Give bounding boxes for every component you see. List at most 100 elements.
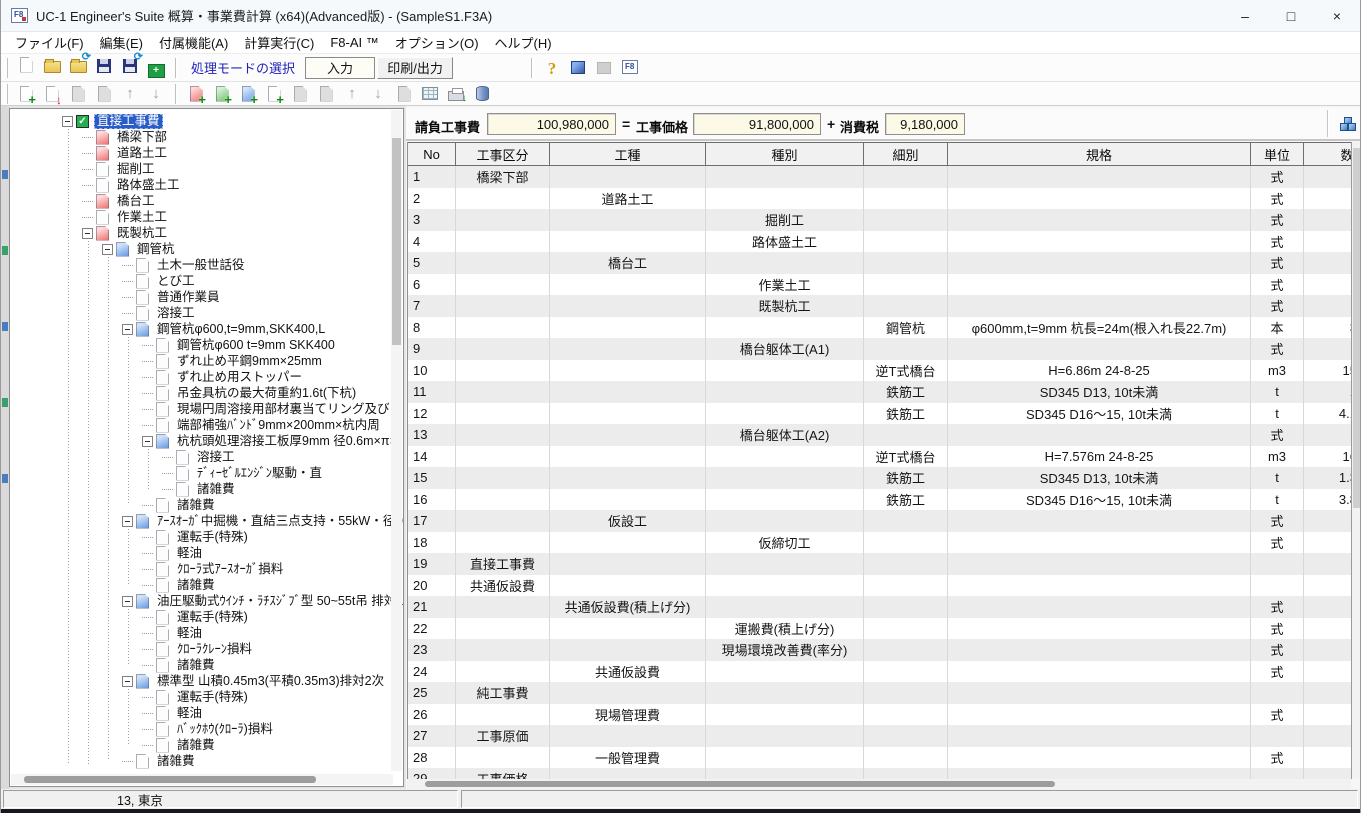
cell[interactable] bbox=[456, 618, 550, 640]
cell[interactable]: 3 bbox=[1304, 317, 1351, 339]
tree-item-label[interactable]: ずれ止め平鋼9mm×25mm bbox=[174, 354, 325, 369]
cell[interactable] bbox=[1304, 295, 1351, 317]
database-icon[interactable] bbox=[470, 82, 494, 105]
cell[interactable] bbox=[550, 725, 706, 747]
print-mode-button[interactable]: 印刷/出力 bbox=[377, 57, 453, 79]
document-disabled-icon[interactable] bbox=[288, 82, 312, 105]
cell[interactable]: 橋台躯体工(A1) bbox=[706, 338, 864, 360]
cell[interactable]: 16 bbox=[1304, 446, 1351, 468]
cell[interactable]: 13 bbox=[408, 424, 456, 446]
row-up-icon[interactable]: ↑ bbox=[340, 82, 364, 105]
cell[interactable]: 直接工事費 bbox=[456, 553, 550, 575]
move-up-icon[interactable]: ↑ bbox=[118, 82, 142, 105]
cell[interactable] bbox=[948, 532, 1251, 554]
cell[interactable] bbox=[948, 768, 1251, 779]
cell[interactable] bbox=[706, 682, 864, 704]
cell[interactable]: 21 bbox=[408, 596, 456, 618]
cell[interactable] bbox=[1304, 553, 1351, 575]
tree-item-label[interactable]: 軽油 bbox=[174, 706, 205, 721]
tree-item[interactable]: 作業土工 bbox=[10, 209, 403, 225]
tree-item[interactable]: 道路土工 bbox=[10, 145, 403, 161]
tree-item-label[interactable]: 諸雑費 bbox=[174, 578, 218, 593]
print-list-icon[interactable] bbox=[444, 82, 468, 105]
table-row[interactable]: 16鉄筋工SD345 D16〜15, 10t未満t3.8 bbox=[408, 489, 1351, 511]
cell[interactable] bbox=[1304, 725, 1351, 747]
cell[interactable] bbox=[1251, 725, 1304, 747]
table-row[interactable]: 22運搬費(積上げ分)式 bbox=[408, 618, 1351, 640]
column-header-2[interactable]: 工種 bbox=[550, 143, 706, 165]
cell[interactable]: 作業土工 bbox=[706, 274, 864, 296]
cell[interactable]: 1.3 bbox=[1304, 467, 1351, 489]
tree-item-label[interactable]: 普通作業員 bbox=[154, 290, 223, 305]
cell[interactable] bbox=[706, 446, 864, 468]
cell[interactable] bbox=[1304, 424, 1351, 446]
tree-item[interactable]: 諸雑費 bbox=[10, 657, 403, 673]
cell[interactable] bbox=[550, 446, 706, 468]
cell[interactable] bbox=[948, 252, 1251, 274]
cell[interactable] bbox=[948, 209, 1251, 231]
table-row[interactable]: 8鋼管杭φ600mm,t=9mm 杭長=24m(根入れ長22.7m)本3 bbox=[408, 317, 1351, 339]
cell[interactable] bbox=[456, 403, 550, 425]
tree-item[interactable]: 諸雑費 bbox=[10, 481, 403, 497]
cell[interactable] bbox=[456, 596, 550, 618]
tree-item[interactable]: 諸雑費 bbox=[10, 497, 403, 513]
cell[interactable] bbox=[706, 596, 864, 618]
f8-app-icon[interactable] bbox=[618, 55, 642, 78]
expand-collapse-box[interactable] bbox=[62, 116, 73, 127]
tree-item-label[interactable]: 土木一般世話役 bbox=[154, 258, 248, 273]
table-row[interactable]: 21共通仮設費(積上げ分)式 bbox=[408, 596, 1351, 618]
cell[interactable] bbox=[1304, 532, 1351, 554]
table-row[interactable]: 20共通仮設費 bbox=[408, 575, 1351, 597]
cell[interactable]: 9 bbox=[408, 338, 456, 360]
cell[interactable] bbox=[864, 596, 948, 618]
cell[interactable]: 6 bbox=[408, 274, 456, 296]
tree-item[interactable]: ずれ止め用ストッパー bbox=[10, 369, 403, 385]
table-row[interactable]: 19直接工事費 bbox=[408, 553, 1351, 575]
column-header-4[interactable]: 細別 bbox=[864, 143, 948, 165]
cell[interactable] bbox=[456, 338, 550, 360]
table-row[interactable]: 2道路土工式 bbox=[408, 188, 1351, 210]
cell[interactable] bbox=[1251, 768, 1304, 779]
cell[interactable]: t bbox=[1251, 467, 1304, 489]
cell[interactable] bbox=[456, 467, 550, 489]
tree-item-label[interactable]: 橋台工 bbox=[114, 194, 158, 209]
cell[interactable] bbox=[1251, 575, 1304, 597]
open-file-icon[interactable] bbox=[40, 54, 64, 77]
cell[interactable] bbox=[706, 553, 864, 575]
cell[interactable] bbox=[948, 747, 1251, 769]
expand-collapse-box[interactable] bbox=[122, 324, 133, 335]
table-row[interactable]: 10逆T式橋台H=6.86m 24-8-25m315 bbox=[408, 360, 1351, 382]
cell[interactable] bbox=[1304, 596, 1351, 618]
cell[interactable]: 20 bbox=[408, 575, 456, 597]
cell[interactable] bbox=[456, 424, 550, 446]
cell[interactable]: 式 bbox=[1251, 747, 1304, 769]
cell[interactable]: 共通仮設費(積上げ分) bbox=[550, 596, 706, 618]
help-icon[interactable]: ? bbox=[540, 57, 564, 80]
column-header-5[interactable]: 規格 bbox=[948, 143, 1251, 165]
cell[interactable] bbox=[550, 338, 706, 360]
cell[interactable] bbox=[706, 403, 864, 425]
table-row[interactable]: 3掘削工式 bbox=[408, 209, 1351, 231]
tree-item-label[interactable]: 直接工事費 bbox=[94, 114, 163, 129]
tree-item[interactable]: 既製杭工 bbox=[10, 225, 403, 241]
tree-item[interactable]: 橋台工 bbox=[10, 193, 403, 209]
cell[interactable] bbox=[550, 553, 706, 575]
table-row[interactable]: 11鉄筋工SD345 D13, 10t未満t1 bbox=[408, 381, 1351, 403]
cell[interactable]: 式 bbox=[1251, 188, 1304, 210]
table-row[interactable]: 14逆T式橋台H=7.576m 24-8-25m316 bbox=[408, 446, 1351, 468]
cell[interactable]: 式 bbox=[1251, 704, 1304, 726]
table-row[interactable]: 17仮設工式 bbox=[408, 510, 1351, 532]
tree-item-label[interactable]: 作業土工 bbox=[114, 210, 170, 225]
open-sync-icon[interactable]: ⟳ bbox=[66, 54, 90, 77]
cell[interactable] bbox=[550, 209, 706, 231]
blocks-tool-button[interactable] bbox=[1335, 112, 1360, 136]
cell[interactable]: SD345 D16〜15, 10t未満 bbox=[948, 403, 1251, 425]
tree-item-label[interactable]: 諸雑費 bbox=[154, 754, 198, 769]
cell[interactable]: 式 bbox=[1251, 209, 1304, 231]
cell[interactable] bbox=[706, 489, 864, 511]
cell[interactable] bbox=[706, 768, 864, 779]
cell[interactable] bbox=[948, 704, 1251, 726]
tree-item-label[interactable]: 鋼管杭φ600 t=9mm SKK400 bbox=[174, 338, 338, 353]
tree-item[interactable]: 諸雑費 bbox=[10, 753, 403, 769]
tree-item-label[interactable]: 吊金具杭の最大荷重約1.6t(下杭) bbox=[174, 386, 359, 401]
